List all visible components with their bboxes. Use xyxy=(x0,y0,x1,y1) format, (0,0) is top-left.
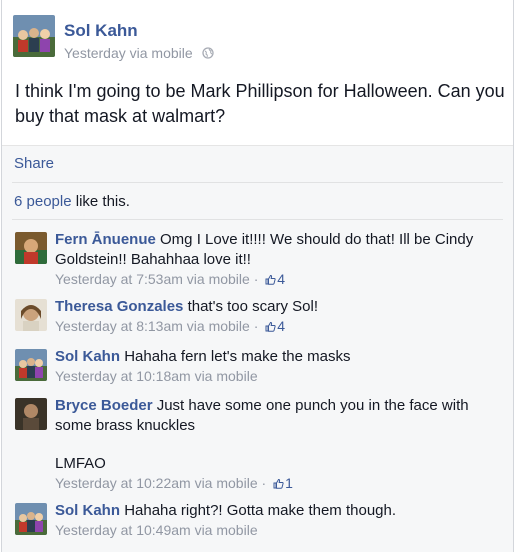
comment: Theresa Gonzales that's too scary Sol! Y… xyxy=(15,297,495,339)
likes-row: 6 people like this. xyxy=(2,182,513,219)
commenter-name[interactable]: Sol Kahn xyxy=(55,348,120,365)
comment-meta: Yesterday at 10:49am via mobile xyxy=(55,521,495,540)
thumbs-up-icon[interactable] xyxy=(273,475,284,494)
comment: Bryce Boeder Just have some one punch yo… xyxy=(15,396,495,496)
comment-body: Sol Kahn Hahaha fern let's make the mask… xyxy=(55,347,495,386)
thumbs-up-icon[interactable] xyxy=(265,271,276,290)
comment-like-count[interactable]: 4 xyxy=(277,271,285,287)
comment-like-count[interactable]: 4 xyxy=(277,318,285,334)
post-timestamp[interactable]: Yesterday via mobile xyxy=(64,45,193,61)
comment-body: Fern Ānuenue Omg I Love it!!!! We should… xyxy=(55,230,495,290)
likes-summary: 6 people like this. xyxy=(14,193,130,210)
comment-text: that's too scary Sol! xyxy=(187,298,318,315)
comment-meta: Yesterday at 7:53am via mobile · 4 xyxy=(55,270,495,290)
commenter-avatar[interactable] xyxy=(15,349,47,381)
poster-avatar[interactable] xyxy=(13,15,55,57)
divider xyxy=(12,182,503,183)
meta-separator: · xyxy=(249,271,263,287)
post-meta: Yesterday via mobile xyxy=(64,45,214,62)
meta-separator: · xyxy=(257,475,271,491)
comment-text-line2: LMFAO xyxy=(55,455,106,472)
comment: Sol Kahn Hahaha right?! Gotta make them … xyxy=(15,501,495,545)
comment-text: Hahaha fern let's make the masks xyxy=(124,348,351,365)
commenter-name[interactable]: Fern Ānuenue xyxy=(55,231,156,248)
comment-meta: Yesterday at 8:13am via mobile · 4 xyxy=(55,317,495,337)
meta-separator: · xyxy=(249,318,263,334)
commenter-name[interactable]: Bryce Boeder xyxy=(55,397,153,414)
post-card: Sol Kahn Yesterday via mobile I think I'… xyxy=(1,0,514,552)
comment-timestamp[interactable]: Yesterday at 7:53am via mobile xyxy=(55,271,250,287)
commenter-name[interactable]: Theresa Gonzales xyxy=(55,298,183,315)
commenter-avatar[interactable] xyxy=(15,503,47,535)
commenter-name[interactable]: Sol Kahn xyxy=(55,502,120,519)
comment-body: Bryce Boeder Just have some one punch yo… xyxy=(55,396,495,494)
comment-timestamp[interactable]: Yesterday at 8:13am via mobile xyxy=(55,318,250,334)
comment: Fern Ānuenue Omg I Love it!!!! We should… xyxy=(15,230,495,290)
globe-icon[interactable] xyxy=(201,46,214,62)
comment-body: Sol Kahn Hahaha right?! Gotta make them … xyxy=(55,501,495,540)
comment-timestamp[interactable]: Yesterday at 10:18am via mobile xyxy=(55,368,258,384)
comment-meta: Yesterday at 10:22am via mobile · 1 xyxy=(55,474,495,494)
commenter-avatar[interactable] xyxy=(15,398,47,430)
likes-suffix: like this. xyxy=(71,193,130,210)
thumbs-up-icon[interactable] xyxy=(265,318,276,337)
comment-like-count[interactable]: 1 xyxy=(285,475,293,491)
comments-list: Fern Ānuenue Omg I Love it!!!! We should… xyxy=(2,219,513,552)
comment-timestamp[interactable]: Yesterday at 10:22am via mobile xyxy=(55,475,258,491)
post-text: I think I'm going to be Mark Phillipson … xyxy=(15,81,505,126)
line-spacer xyxy=(55,436,495,454)
comment-meta: Yesterday at 10:18am via mobile xyxy=(55,367,495,386)
commenter-avatar[interactable] xyxy=(15,299,47,331)
commenter-avatar[interactable] xyxy=(15,232,47,264)
comment-text: Hahaha right?! Gotta make them though. xyxy=(124,502,397,519)
share-link[interactable]: Share xyxy=(14,155,54,172)
likes-count-link[interactable]: 6 people xyxy=(14,193,72,210)
comment-body: Theresa Gonzales that's too scary Sol! Y… xyxy=(55,297,495,337)
comment-timestamp[interactable]: Yesterday at 10:49am via mobile xyxy=(55,522,258,538)
comment: Sol Kahn Hahaha fern let's make the mask… xyxy=(15,347,495,389)
post-actions-bar: Share xyxy=(2,145,513,183)
divider xyxy=(12,219,503,220)
poster-name[interactable]: Sol Kahn xyxy=(64,21,138,41)
